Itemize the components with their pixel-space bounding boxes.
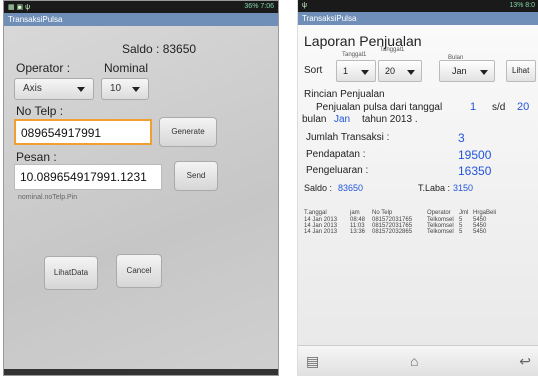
operator-value: Axis [23, 83, 42, 94]
laba-label: T.Laba : [418, 183, 451, 193]
nominal-label: Nominal [104, 61, 149, 75]
notelp-input[interactable]: 089654917991 [14, 119, 152, 145]
lihatdata-button[interactable]: LihatData [44, 256, 98, 290]
table-cell: Telkomsel [427, 229, 454, 235]
generate-button[interactable]: Generate [159, 117, 217, 147]
table-cell: 14 Jan 2013 [304, 229, 338, 235]
pesan-label: Pesan : [16, 150, 57, 164]
app-title: TransaksiPulsa [298, 12, 538, 25]
status-battery-time: 36% 7:06 [244, 3, 274, 10]
send-button[interactable]: Send [174, 161, 218, 191]
nominal-spinner[interactable]: 10 [101, 78, 149, 100]
pendapatan-value: 19500 [458, 148, 492, 162]
status-battery-time: 13% 8:0 [509, 2, 535, 9]
right-phone-screen: ψ 13% 8:0 TransaksiPulsa Laporan Penjual… [297, 0, 538, 376]
nav-bar [4, 369, 278, 375]
home-icon[interactable]: ⌂ [410, 353, 418, 369]
col-header: No Telp [372, 210, 393, 216]
table-row[interactable]: 14 Jan 2013 13:36 081572032865 Telkomsel 5 54… [304, 229, 496, 235]
bulan-value: Jan [452, 66, 467, 76]
laba-value: 3150 [453, 183, 474, 193]
back-icon[interactable]: ↩ [519, 353, 531, 370]
operator-spinner[interactable]: Axis [14, 78, 94, 100]
desc-bulan: bulan [302, 114, 327, 125]
operator-label: Operator : [16, 61, 71, 75]
saldo-text: Saldo : 83650 [122, 42, 197, 56]
desc-to: 20 [517, 101, 530, 113]
transaksi-form: Saldo : 83650 Operator : Nominal Axis 10… [4, 26, 278, 375]
col-header: Operator [427, 210, 451, 216]
pengeluaran-label: Pengeluaran : [306, 165, 369, 176]
dropdown-arrow-icon [77, 87, 85, 92]
notelp-label: No Telp : [16, 104, 64, 118]
col-header: Jml [459, 210, 469, 216]
desc-sd: s/d [492, 102, 506, 113]
laporan-view: Laporan Penjualan Tanggal1 Tanggal1 Bula… [298, 25, 538, 346]
rincian-title: Rincian Penjualan [304, 89, 385, 100]
desc-bulan-value: Jan [334, 114, 351, 125]
pesan-input[interactable]: 10.089654917991.1231 [14, 164, 162, 190]
status-bar: ▦ ▣ ψ 36% 7:06 [4, 1, 278, 13]
dropdown-arrow-icon [407, 70, 415, 75]
tanggal2-value: 20 [385, 66, 396, 76]
saldo-value: 83650 [338, 183, 364, 193]
status-icons: ▦ ▣ ψ [8, 4, 31, 11]
lihat-button[interactable]: Lihat [506, 60, 536, 82]
table-cell: 5450 [473, 229, 487, 235]
table-cell: 081572032865 [372, 229, 413, 235]
app-title: TransaksiPulsa [4, 13, 278, 26]
sort-label: Sort [304, 65, 323, 76]
tanggal1-spinner[interactable]: 1 [336, 60, 376, 82]
desc-from: 1 [470, 101, 477, 113]
desc-tahun: tahun 2013 . [362, 114, 418, 125]
nominal-value: 10 [110, 83, 122, 94]
col-header: jam [350, 210, 360, 216]
bulan-spinner[interactable]: Jan [439, 60, 495, 82]
transaction-table: T.anggal jam No Telp Operator Jml HrgaBeli 14… [304, 210, 496, 235]
bottom-action-bar: ▤ ⌂ ↩ [298, 345, 538, 376]
pendapatan-label: Pendapatan : [306, 149, 366, 160]
table-cell: 5 [459, 229, 463, 235]
dropdown-arrow-icon [361, 70, 369, 75]
saldo-label: Saldo : [304, 183, 333, 193]
tanggal2-header: Tanggal1 [380, 47, 405, 53]
dropdown-arrow-icon [132, 87, 140, 92]
jumlah-label: Jumlah Transaksi : [306, 132, 390, 143]
menu-icon[interactable]: ▤ [306, 353, 319, 370]
pengeluaran-value: 16350 [458, 164, 492, 178]
tanggal1-value: 1 [343, 66, 349, 76]
cancel-button[interactable]: Cancel [116, 254, 162, 288]
table-header: T.anggal jam No Telp Operator Jml HrgaBeli [304, 210, 496, 216]
tanggal1-header: Tanggal1 [342, 52, 367, 58]
col-header: T.anggal [304, 210, 327, 216]
tanggal2-spinner[interactable]: 20 [378, 60, 422, 82]
jumlah-value: 3 [458, 131, 465, 145]
status-icons: ψ [302, 2, 307, 9]
table-cell: 13:36 [350, 229, 366, 235]
dropdown-arrow-icon [480, 70, 488, 75]
col-header: HrgaBeli [473, 210, 497, 216]
desc-text: Penjualan pulsa dari tanggal [316, 102, 443, 113]
left-phone-screen: ▦ ▣ ψ 36% 7:06 TransaksiPulsa Saldo : 83… [3, 0, 279, 376]
format-hint: nominal.noTelp.Pin [18, 194, 78, 201]
status-bar: ψ 13% 8:0 [298, 0, 538, 12]
